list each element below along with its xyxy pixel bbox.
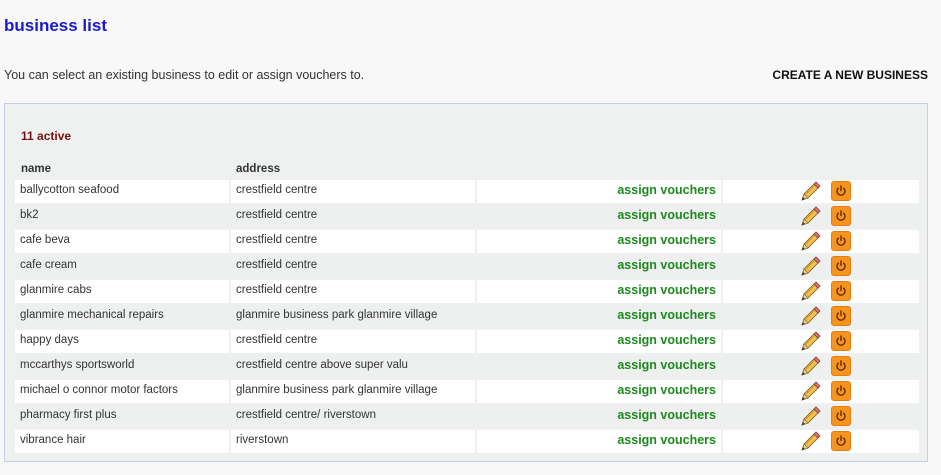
assign-cell: assign vouchers — [477, 330, 721, 353]
table-row: vibrance hair riverstown assign vouchers — [15, 430, 919, 453]
assign-vouchers-link[interactable]: assign vouchers — [617, 308, 716, 322]
actions-cell — [723, 405, 919, 428]
business-name: bk2 — [15, 205, 229, 228]
page-title: business list — [4, 16, 107, 35]
assign-cell: assign vouchers — [477, 305, 721, 328]
assign-vouchers-link[interactable]: assign vouchers — [617, 183, 716, 197]
name-column-header: name — [21, 163, 52, 175]
assign-vouchers-link[interactable]: assign vouchers — [617, 433, 716, 447]
table-row: ballycotton seafood crestfield centre assi… — [15, 180, 919, 203]
business-address: crestfield centre — [231, 230, 475, 253]
actions-cell — [723, 355, 919, 378]
business-panel: 11 active name address ballycotton seafo… — [4, 103, 928, 462]
pencil-icon[interactable] — [799, 431, 821, 452]
business-address: crestfield centre — [231, 330, 475, 353]
pencil-icon[interactable] — [799, 256, 821, 277]
power-icon[interactable] — [831, 231, 851, 251]
table-row: michael o connor motor factors glanmire b… — [15, 380, 919, 403]
assign-vouchers-link[interactable]: assign vouchers — [617, 283, 716, 297]
power-icon[interactable] — [831, 181, 851, 201]
actions-cell — [723, 380, 919, 403]
actions-cell — [723, 280, 919, 303]
power-icon[interactable] — [831, 306, 851, 326]
power-icon[interactable] — [831, 356, 851, 376]
pencil-icon[interactable] — [799, 331, 821, 352]
pencil-icon[interactable] — [799, 381, 821, 402]
actions-cell — [723, 230, 919, 253]
business-name: glanmire cabs — [15, 280, 229, 303]
table-row: happy days crestfield centre assign vouche… — [15, 330, 919, 353]
actions-cell — [723, 180, 919, 203]
power-icon[interactable] — [831, 381, 851, 401]
business-address: glanmire business park glanmire village — [231, 380, 475, 403]
assign-vouchers-link[interactable]: assign vouchers — [617, 358, 716, 372]
business-name: mccarthys sportsworld — [15, 355, 229, 378]
assign-cell: assign vouchers — [477, 405, 721, 428]
assign-cell: assign vouchers — [477, 430, 721, 453]
actions-cell — [723, 305, 919, 328]
business-address: crestfield centre — [231, 255, 475, 278]
table-row: bk2 crestfield centre assign vouchers — [15, 205, 919, 228]
table-row: glanmire cabs crestfield centre assign vou… — [15, 280, 919, 303]
intro-text: You can select an existing business to e… — [4, 68, 365, 82]
pencil-icon[interactable] — [799, 281, 821, 302]
business-address: crestfield centre/ riverstown — [231, 405, 475, 428]
assign-vouchers-link[interactable]: assign vouchers — [617, 258, 716, 272]
assign-cell: assign vouchers — [477, 255, 721, 278]
actions-cell — [723, 330, 919, 353]
pencil-icon[interactable] — [799, 406, 821, 427]
actions-cell — [723, 205, 919, 228]
power-icon[interactable] — [831, 406, 851, 426]
table-row: glanmire mechanical repairs glanmire busi… — [15, 305, 919, 328]
table-row: cafe cream crestfield centre assign vouche… — [15, 255, 919, 278]
pencil-icon[interactable] — [799, 306, 821, 327]
assign-vouchers-link[interactable]: assign vouchers — [617, 233, 716, 247]
business-address: crestfield centre — [231, 180, 475, 203]
power-icon[interactable] — [831, 256, 851, 276]
business-rows: ballycotton seafood crestfield centre assi… — [15, 180, 919, 455]
business-name: cafe cream — [15, 255, 229, 278]
business-address: crestfield centre — [231, 205, 475, 228]
business-name: glanmire mechanical repairs — [15, 305, 229, 328]
create-business-link[interactable]: CREATE A NEW BUSINESS — [772, 68, 928, 82]
business-name: ballycotton seafood — [15, 180, 229, 203]
assign-vouchers-link[interactable]: assign vouchers — [617, 383, 716, 397]
assign-cell: assign vouchers — [477, 230, 721, 253]
business-name: cafe beva — [15, 230, 229, 253]
business-address: crestfield centre above super valu — [231, 355, 475, 378]
business-address: crestfield centre — [231, 280, 475, 303]
pencil-icon[interactable] — [799, 231, 821, 252]
power-icon[interactable] — [831, 206, 851, 226]
pencil-icon[interactable] — [799, 356, 821, 377]
assign-vouchers-link[interactable]: assign vouchers — [617, 333, 716, 347]
business-address: glanmire business park glanmire village — [231, 305, 475, 328]
power-icon[interactable] — [831, 331, 851, 351]
assign-vouchers-link[interactable]: assign vouchers — [617, 208, 716, 222]
address-column-header: address — [236, 163, 281, 175]
actions-cell — [723, 430, 919, 453]
business-name: happy days — [15, 330, 229, 353]
assign-cell: assign vouchers — [477, 180, 721, 203]
assign-cell: assign vouchers — [477, 355, 721, 378]
assign-vouchers-link[interactable]: assign vouchers — [617, 408, 716, 422]
actions-cell — [723, 255, 919, 278]
power-icon[interactable] — [831, 281, 851, 301]
business-name: michael o connor motor factors — [15, 380, 229, 403]
table-row: mccarthys sportsworld crestfield centre a… — [15, 355, 919, 378]
business-name: vibrance hair — [15, 430, 229, 453]
table-row: pharmacy first plus crestfield centre/ ri… — [15, 405, 919, 428]
assign-cell: assign vouchers — [477, 280, 721, 303]
business-name: pharmacy first plus — [15, 405, 229, 428]
active-count: 11 active — [21, 129, 72, 143]
pencil-icon[interactable] — [799, 181, 821, 202]
business-address: riverstown — [231, 430, 475, 453]
assign-cell: assign vouchers — [477, 380, 721, 403]
pencil-icon[interactable] — [799, 206, 821, 227]
table-row: cafe beva crestfield centre assign voucher… — [15, 230, 919, 253]
power-icon[interactable] — [831, 431, 851, 451]
assign-cell: assign vouchers — [477, 205, 721, 228]
